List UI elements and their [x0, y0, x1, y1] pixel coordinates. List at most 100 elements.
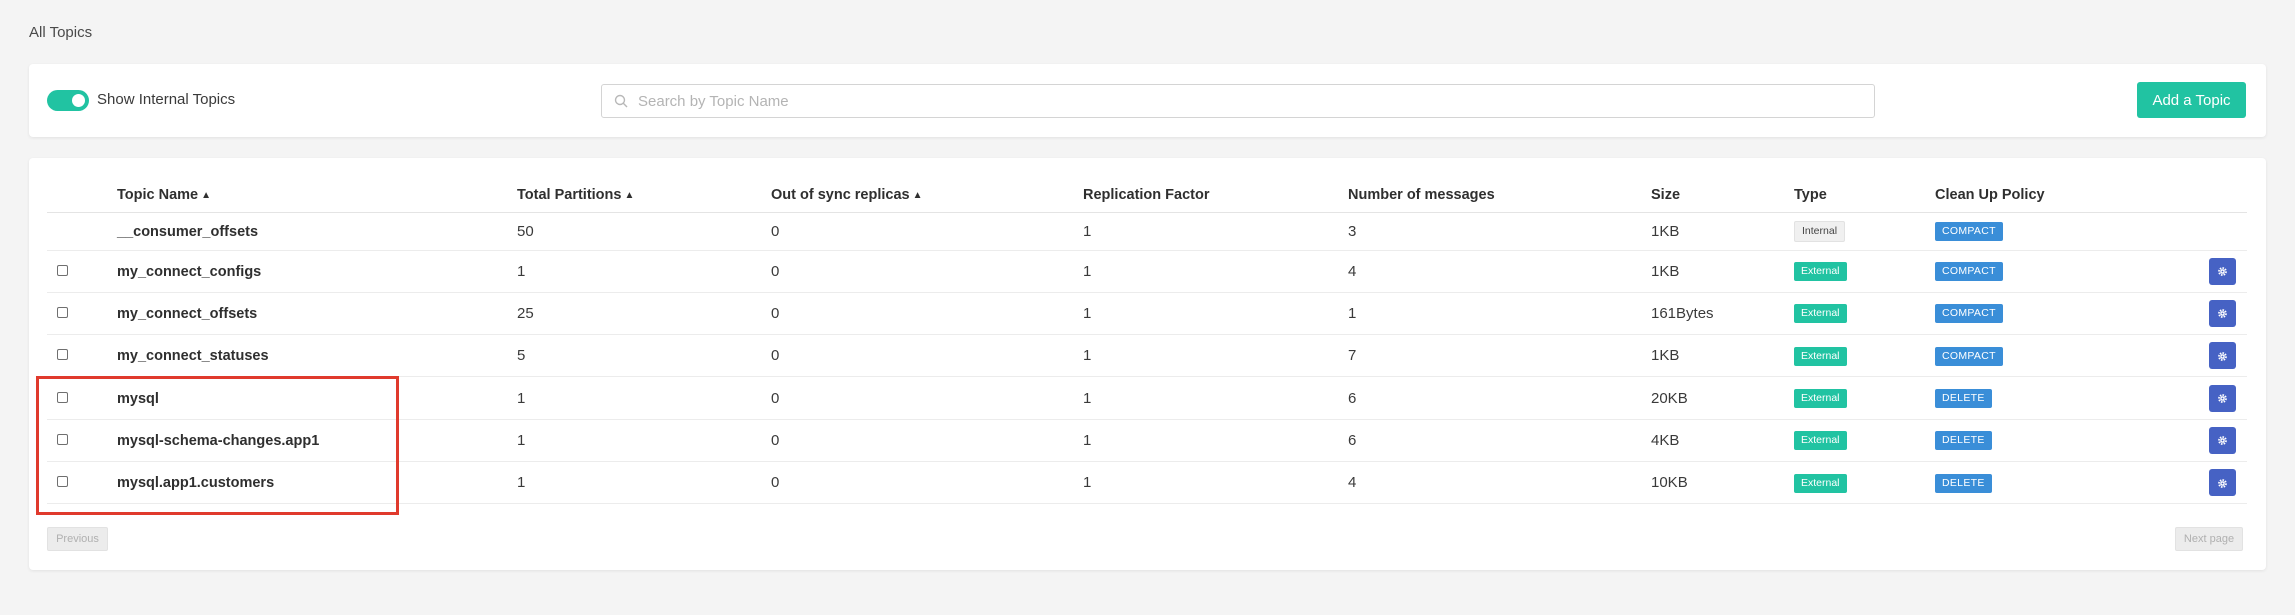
- table-header-row: Topic Name ▲︎ Total Partitions ▲︎ Out of s…: [47, 178, 2247, 213]
- header-total-partitions[interactable]: Total Partitions ▲︎: [517, 178, 771, 213]
- out-of-sync-cell: 0: [771, 376, 1083, 420]
- row-select-cell: [47, 376, 117, 420]
- toggle-knob: [72, 94, 85, 107]
- search-input[interactable]: [638, 85, 1858, 117]
- type-badge: External: [1794, 262, 1847, 282]
- show-internal-topics-label: Show Internal Topics: [97, 91, 236, 108]
- messages-cell: 7: [1348, 334, 1651, 378]
- type-cell: External: [1794, 334, 1935, 378]
- topic-name[interactable]: mysql: [117, 391, 159, 407]
- total-partitions-cell: 5: [517, 334, 771, 378]
- sort-icon[interactable]: ▲︎: [201, 190, 211, 201]
- messages-cell: 1: [1348, 292, 1651, 336]
- replication-factor-cell: 1: [1083, 461, 1348, 505]
- next-page-button[interactable]: Next page: [2175, 527, 2243, 551]
- total-partitions-cell: 50: [517, 212, 771, 251]
- policy-cell: COMPACT: [1935, 250, 2165, 293]
- previous-page-button[interactable]: Previous: [47, 527, 108, 551]
- replication-factor-cell: 1: [1083, 419, 1348, 462]
- topic-name[interactable]: __consumer_offsets: [117, 224, 258, 240]
- row-checkbox[interactable]: [57, 433, 68, 445]
- policy-cell: COMPACT: [1935, 212, 2165, 251]
- out-of-sync-cell: 0: [771, 250, 1083, 293]
- actions-cell: [2165, 250, 2247, 293]
- type-cell: External: [1794, 292, 1935, 336]
- clean-up-policy-badge: COMPACT: [1935, 222, 2003, 241]
- topic-name[interactable]: mysql.app1.customers: [117, 475, 274, 491]
- search-box: [601, 84, 1875, 118]
- out-of-sync-cell: 0: [771, 212, 1083, 251]
- topic-name-cell: mysql.app1.customers: [117, 461, 517, 505]
- row-checkbox[interactable]: [57, 476, 68, 488]
- row-checkbox[interactable]: [57, 306, 68, 318]
- topic-name[interactable]: my_connect_offsets: [117, 306, 257, 322]
- messages-cell: 3: [1348, 212, 1651, 251]
- topics-panel: Topic Name ▲︎ Total Partitions ▲︎ Out of s…: [29, 158, 2266, 570]
- sort-icon[interactable]: ▲︎: [624, 190, 634, 201]
- table-row: my_connect_configs 1 0 1 4 1KB External …: [47, 250, 2247, 293]
- header-actions: [2165, 178, 2247, 213]
- out-of-sync-cell: 0: [771, 292, 1083, 336]
- table-row: mysql 1 0 1 6 20KB External DELETE: [47, 376, 2247, 420]
- header-out-of-sync[interactable]: Out of sync replicas ▲︎: [771, 178, 1083, 213]
- header-total-partitions-label: Total Partitions: [517, 186, 622, 203]
- topic-settings-button[interactable]: [2209, 469, 2236, 497]
- topic-name-cell: mysql-schema-changes.app1: [117, 419, 517, 462]
- table-row: mysql.app1.customers 1 0 1 4 10KB Extern…: [47, 461, 2247, 505]
- header-topic-name[interactable]: Topic Name ▲︎: [117, 178, 517, 213]
- row-select-cell: [47, 212, 117, 251]
- type-badge: External: [1794, 473, 1847, 493]
- type-cell: Internal: [1794, 212, 1935, 251]
- type-cell: External: [1794, 250, 1935, 293]
- replication-factor-cell: 1: [1083, 212, 1348, 251]
- type-badge: External: [1794, 346, 1847, 366]
- topic-name[interactable]: mysql-schema-changes.app1: [117, 433, 319, 449]
- size-cell: 20KB: [1651, 376, 1794, 420]
- total-partitions-cell: 1: [517, 461, 771, 505]
- type-cell: External: [1794, 461, 1935, 505]
- gear-icon: [2218, 267, 2227, 277]
- size-cell: 4KB: [1651, 419, 1794, 462]
- row-checkbox[interactable]: [57, 264, 68, 276]
- actions-cell: [2165, 461, 2247, 505]
- row-checkbox[interactable]: [57, 391, 68, 403]
- total-partitions-cell: 1: [517, 250, 771, 293]
- topic-settings-button[interactable]: [2209, 384, 2236, 412]
- topic-settings-button[interactable]: [2209, 426, 2236, 454]
- type-badge: Internal: [1794, 220, 1846, 242]
- topic-name-cell: mysql: [117, 376, 517, 420]
- topics-toolbar: Show Internal Topics Add a Topic: [29, 64, 2266, 137]
- topic-name-cell: my_connect_offsets: [117, 292, 517, 336]
- gear-icon: [2218, 309, 2227, 319]
- add-topic-button[interactable]: Add a Topic: [2137, 82, 2246, 118]
- size-cell: 1KB: [1651, 212, 1794, 251]
- messages-cell: 4: [1348, 250, 1651, 293]
- topic-settings-button[interactable]: [2209, 299, 2236, 327]
- topic-name[interactable]: my_connect_configs: [117, 264, 261, 280]
- header-size: Size: [1651, 178, 1794, 213]
- row-select-cell: [47, 419, 117, 462]
- topic-name[interactable]: my_connect_statuses: [117, 348, 269, 364]
- topic-settings-button[interactable]: [2209, 257, 2236, 285]
- gear-icon: [2218, 436, 2227, 446]
- header-select: [47, 178, 117, 213]
- topic-settings-button[interactable]: [2209, 342, 2236, 370]
- header-replication-factor: Replication Factor: [1083, 178, 1348, 213]
- sort-icon[interactable]: ▲︎: [913, 190, 923, 201]
- clean-up-policy-badge: COMPACT: [1935, 262, 2003, 282]
- header-topic-name-label: Topic Name: [117, 186, 199, 203]
- row-select-cell: [47, 292, 117, 336]
- topics-table-wrap: Topic Name ▲︎ Total Partitions ▲︎ Out of s…: [47, 178, 2247, 505]
- header-clean-up-policy: Clean Up Policy: [1935, 178, 2165, 213]
- show-internal-topics-toggle[interactable]: [47, 90, 89, 111]
- out-of-sync-cell: 0: [771, 334, 1083, 378]
- policy-cell: COMPACT: [1935, 292, 2165, 336]
- row-select-cell: [47, 461, 117, 505]
- row-checkbox[interactable]: [57, 349, 68, 361]
- type-badge: External: [1794, 389, 1847, 409]
- actions-cell: [2165, 292, 2247, 336]
- gear-icon: [2218, 478, 2227, 488]
- total-partitions-cell: 25: [517, 292, 771, 336]
- topic-name-cell: my_connect_statuses: [117, 334, 517, 378]
- breadcrumb: All Topics: [29, 24, 93, 41]
